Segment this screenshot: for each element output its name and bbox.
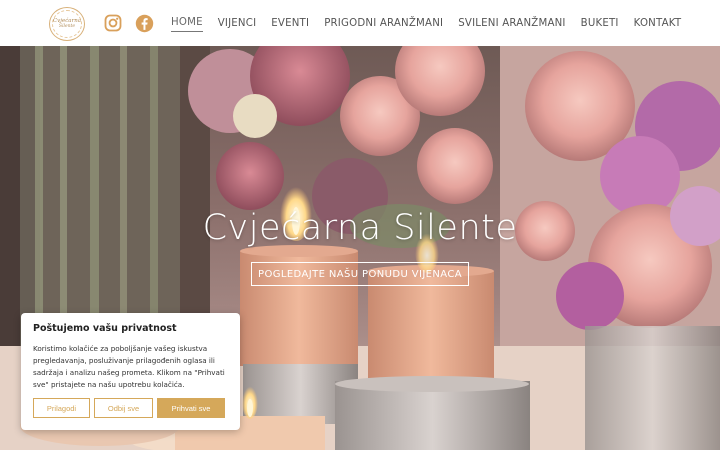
nav-item-prigodni-aranzmani[interactable]: PRIGODNI ARANŽMANI bbox=[324, 15, 443, 32]
logo-emblem: Cvjećarna Silente bbox=[52, 10, 82, 38]
logo-text-line2: Silente bbox=[59, 24, 75, 29]
nav-item-kontakt[interactable]: KONTAKT bbox=[634, 15, 682, 32]
cookie-customize-button[interactable]: Prilagodi bbox=[33, 398, 90, 418]
nav-item-buketi[interactable]: BUKETI bbox=[581, 15, 619, 32]
cookie-buttons: Prilagodi Odbij sve Prihvati sve bbox=[33, 398, 229, 418]
site-logo[interactable]: Cvjećarna Silente bbox=[49, 7, 85, 41]
cookie-reject-button[interactable]: Odbij sve bbox=[94, 398, 153, 418]
nav-item-home[interactable]: HOME bbox=[171, 14, 203, 32]
instagram-icon[interactable] bbox=[103, 13, 123, 33]
cookie-description: Koristimo kolačiće za poboljšanje vašeg … bbox=[33, 344, 225, 390]
nav-item-svileni-aranzmani[interactable]: SVILENI ARANŽMANI bbox=[458, 15, 565, 32]
nav-item-eventi[interactable]: EVENTI bbox=[271, 15, 309, 32]
facebook-icon[interactable] bbox=[134, 13, 154, 33]
hero-title: Cvjećarna Silente bbox=[202, 208, 518, 248]
hero-cta-button[interactable]: POGLEDAJTE NAŠU PONUDU VIJENACA bbox=[251, 262, 469, 286]
cookie-accept-button[interactable]: Prihvati sve bbox=[157, 398, 225, 418]
cookie-consent-banner: Poštujemo vašu privatnost Koristimo kola… bbox=[21, 313, 240, 430]
nav-item-vijenci[interactable]: VIJENCI bbox=[218, 15, 257, 32]
main-nav: HOME VIJENCI EVENTI PRIGODNI ARANŽMANI S… bbox=[171, 0, 696, 46]
cookie-title: Poštujemo vašu privatnost bbox=[33, 323, 177, 334]
site-header: Cvjećarna Silente HOME VIJENCI EVENTI PR… bbox=[0, 0, 720, 46]
